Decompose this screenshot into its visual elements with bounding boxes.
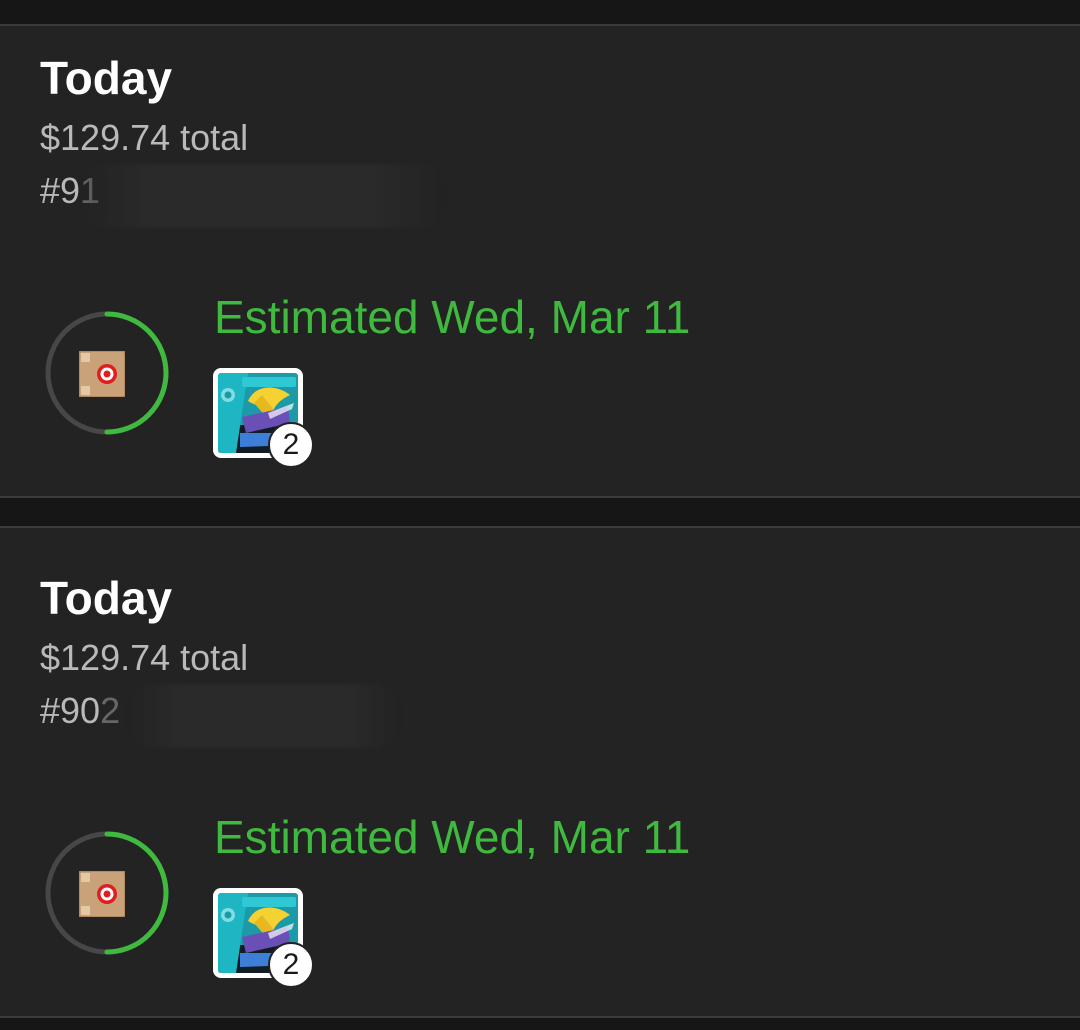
item-quantity-badge: 2 xyxy=(268,942,314,988)
redaction-mask xyxy=(82,164,442,228)
order-date-heading: Today xyxy=(40,52,173,104)
delivery-progress-ring xyxy=(44,310,170,436)
estimated-delivery: Estimated Wed, Mar 11 xyxy=(214,811,691,863)
order-card[interactable]: Today $129.74 total #902 Estimated Wed, … xyxy=(0,526,1080,1018)
delivery-progress-ring xyxy=(44,830,170,956)
order-number: #902 xyxy=(40,690,121,731)
estimated-delivery: Estimated Wed, Mar 11 xyxy=(214,291,691,343)
order-date-heading: Today xyxy=(40,572,173,624)
redaction-mask xyxy=(128,684,400,748)
package-box-icon xyxy=(79,351,125,397)
package-box-icon xyxy=(79,871,125,917)
order-card[interactable]: Today $129.74 total #91 Estimated Wed, M… xyxy=(0,24,1080,498)
order-total: $129.74 total xyxy=(40,117,249,158)
order-total: $129.74 total xyxy=(40,637,249,678)
item-quantity-badge: 2 xyxy=(268,422,314,468)
